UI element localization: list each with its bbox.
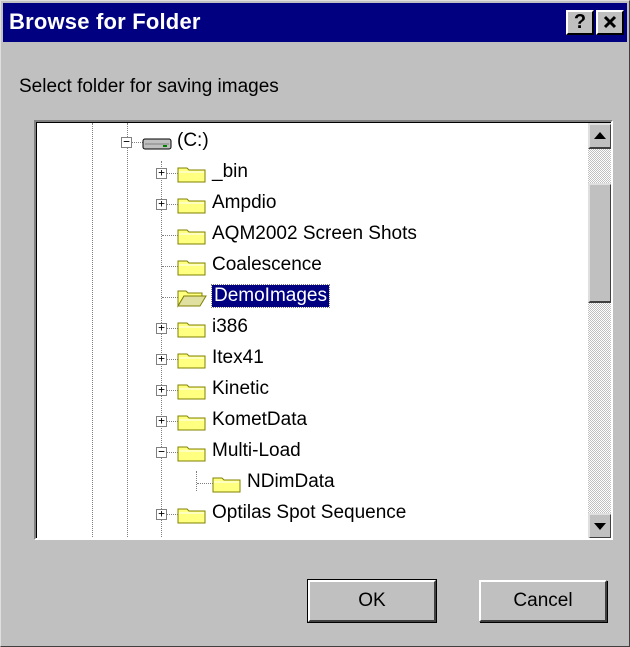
tree-item-label: Kinetic	[212, 378, 270, 399]
expand-icon[interactable]: +	[156, 415, 167, 427]
instruction-text: Select folder for saving images	[19, 76, 279, 97]
expand-icon[interactable]: +	[156, 322, 167, 334]
tree-item-label: Itex41	[212, 347, 264, 368]
folder-icon	[212, 477, 241, 493]
folder-icon	[177, 415, 206, 431]
tree-item-label: Coalescence	[212, 254, 322, 275]
folder-tree[interactable]: − (C:) + _bin + Ampdio AQM2002 Screen Shots Coa…	[34, 120, 613, 540]
close-icon	[603, 15, 617, 29]
drive-icon	[142, 138, 172, 150]
tree-item[interactable]: + Itex41	[37, 344, 611, 375]
scroll-up-button[interactable]	[588, 123, 611, 149]
open-folder-icon	[177, 290, 207, 308]
expand-icon[interactable]: +	[156, 508, 167, 520]
tree-item-label: Multi-Load	[212, 440, 301, 461]
tree-item[interactable]: + Kinetic	[37, 375, 611, 406]
tree-item-label: AQM2002 Screen Shots	[212, 223, 417, 244]
expand-icon[interactable]: +	[156, 353, 167, 365]
collapse-icon[interactable]: −	[121, 136, 132, 148]
tree-item-label: DemoImages	[211, 284, 330, 308]
ok-button[interactable]: OK	[307, 579, 437, 623]
expand-icon[interactable]: +	[156, 384, 167, 396]
tree-item-label: (C:)	[177, 130, 209, 151]
tree-item-label: NDimData	[247, 471, 335, 492]
tree-item[interactable]: Coalescence	[37, 251, 611, 282]
tree-item-label: Ampdio	[212, 192, 277, 213]
expand-icon[interactable]: +	[156, 167, 167, 179]
tree-item[interactable]: + Optilas Spot Sequence	[37, 499, 611, 530]
folder-icon	[177, 260, 206, 276]
tree-item[interactable]: − (C:)	[37, 127, 611, 158]
tree-item[interactable]: NDimData	[37, 468, 611, 499]
folder-icon	[177, 446, 206, 462]
folder-icon	[177, 322, 206, 338]
collapse-icon[interactable]: −	[156, 446, 167, 458]
expand-icon[interactable]: +	[156, 198, 167, 210]
folder-icon	[177, 384, 206, 400]
arrow-up-icon	[594, 132, 606, 139]
scroll-down-button[interactable]	[588, 513, 611, 538]
tree-item-label: Optilas Spot Sequence	[212, 502, 407, 523]
cancel-button[interactable]: Cancel	[479, 580, 607, 622]
tree-item[interactable]: + i386	[37, 313, 611, 344]
tree-item[interactable]: AQM2002 Screen Shots	[37, 220, 611, 251]
folder-icon	[177, 167, 206, 183]
scroll-thumb[interactable]	[588, 183, 611, 303]
folder-icon	[177, 353, 206, 369]
title-bar[interactable]: Browse for Folder ?	[3, 3, 627, 42]
tree-item[interactable]: + KometData	[37, 406, 611, 437]
browse-for-folder-dialog: Browse for Folder ? Select folder for sa…	[0, 0, 630, 647]
tree-item-label: _bin	[212, 161, 248, 182]
tree-item-label: i386	[212, 316, 248, 337]
tree-item[interactable]: + _bin	[37, 158, 611, 189]
arrow-down-icon	[594, 523, 606, 530]
folder-icon	[177, 229, 206, 245]
vertical-scrollbar[interactable]	[588, 123, 611, 538]
folder-icon	[177, 508, 206, 524]
help-button[interactable]: ?	[566, 10, 594, 35]
folder-icon	[177, 198, 206, 214]
dialog-title: Browse for Folder	[9, 9, 201, 34]
tree-item[interactable]: DemoImages	[37, 282, 611, 313]
tree-item-label: KometData	[212, 409, 308, 430]
close-button[interactable]	[596, 10, 624, 35]
tree-item[interactable]: + Ampdio	[37, 189, 611, 220]
tree-item[interactable]: − Multi-Load	[37, 437, 611, 468]
